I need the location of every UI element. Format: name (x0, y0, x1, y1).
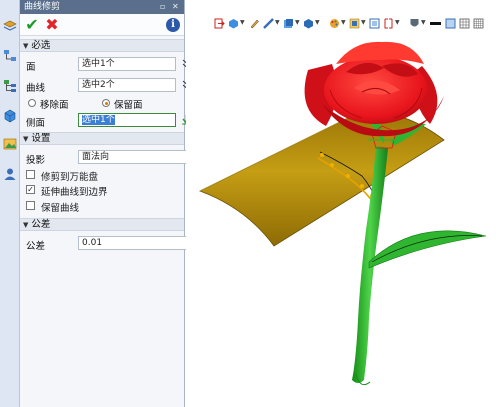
keep-face-radio[interactable] (102, 99, 110, 107)
section-required-title: 必选 (31, 40, 51, 51)
trim-to-universal-checkbox[interactable] (26, 170, 35, 179)
curve-field[interactable]: 选中2个 (78, 78, 176, 92)
face-value: 选中1个 (82, 59, 115, 69)
app-window: 曲线修剪 ▫ ✕ ✔ ✖ i ▼ 必选 面 选中1个 曲线 选中2个 移除面 保留… (0, 0, 496, 407)
cancel-button[interactable]: ✖ (43, 16, 61, 34)
rose-model[interactable] (186, 0, 496, 407)
image-icon[interactable] (2, 136, 18, 152)
tree-icon[interactable] (2, 78, 18, 94)
section-settings-header[interactable]: ▼ 设置 (20, 132, 184, 145)
curve-label: 曲线 (26, 83, 46, 94)
side-field[interactable]: 选中1个 (78, 113, 176, 127)
keep-curve-checkbox[interactable] (26, 201, 35, 210)
extend-to-boundary-checkbox[interactable]: ✓ (26, 185, 35, 194)
section-tolerance-title: 公差 (31, 219, 51, 230)
collapse-triangle-icon: ▼ (23, 221, 29, 229)
keep-curve-label: 保留曲线 (41, 203, 80, 214)
rose-flower[interactable] (304, 41, 444, 137)
dialog-button-row: ✔ ✖ i (20, 14, 184, 36)
left-toolstrip (0, 0, 20, 407)
3d-viewport[interactable]: ▼ ▼ ▼ ▼ ▼ ▼ ▼ ▼ (186, 0, 496, 407)
curve-value: 选中2个 (82, 80, 115, 90)
close-icon[interactable]: ✕ (172, 0, 179, 14)
side-value: 选中1个 (82, 115, 115, 125)
trim-to-universal-label: 修剪到万能盘 (41, 172, 99, 183)
curve-trim-dialog: 曲线修剪 ▫ ✕ ✔ ✖ i ▼ 必选 面 选中1个 曲线 选中2个 移除面 保留… (20, 0, 196, 407)
side-label: 侧面 (26, 118, 46, 129)
tolerance-input[interactable]: 0.01 ▲▼ (78, 236, 196, 250)
projection-value: 面法向 (82, 152, 110, 162)
pin-icon[interactable]: ▫ (160, 0, 165, 14)
info-button[interactable]: i (166, 18, 180, 32)
projection-label: 投影 (26, 155, 46, 166)
extend-to-boundary-label: 延伸曲线到边界 (41, 187, 108, 198)
tolerance-value: 0.01 (82, 238, 103, 248)
remove-face-label: 移除面 (40, 100, 69, 111)
checkmark-icon: ✓ (27, 185, 34, 194)
keep-face-label: 保留面 (114, 100, 143, 111)
user-icon[interactable] (2, 166, 18, 182)
projection-dropdown[interactable]: 面法向 ▼ (78, 150, 196, 164)
ok-button[interactable]: ✔ (23, 16, 41, 34)
face-field[interactable]: 选中1个 (78, 57, 176, 71)
dialog-title: 曲线修剪 (24, 2, 61, 12)
layers-icon[interactable] (2, 18, 18, 34)
cube-icon[interactable] (2, 108, 18, 124)
section-required-header[interactable]: ▼ 必选 (20, 39, 184, 52)
remove-face-radio[interactable] (28, 99, 36, 107)
collapse-triangle-icon: ▼ (23, 135, 29, 143)
tolerance-label: 公差 (26, 241, 46, 252)
section-tolerance-header[interactable]: ▼ 公差 (20, 218, 184, 231)
section-settings-title: 设置 (31, 133, 51, 144)
face-label: 面 (26, 62, 36, 73)
collapse-triangle-icon: ▼ (23, 42, 29, 50)
dialog-titlebar: 曲线修剪 ▫ ✕ (20, 0, 184, 14)
hierarchy-icon[interactable] (2, 48, 18, 64)
